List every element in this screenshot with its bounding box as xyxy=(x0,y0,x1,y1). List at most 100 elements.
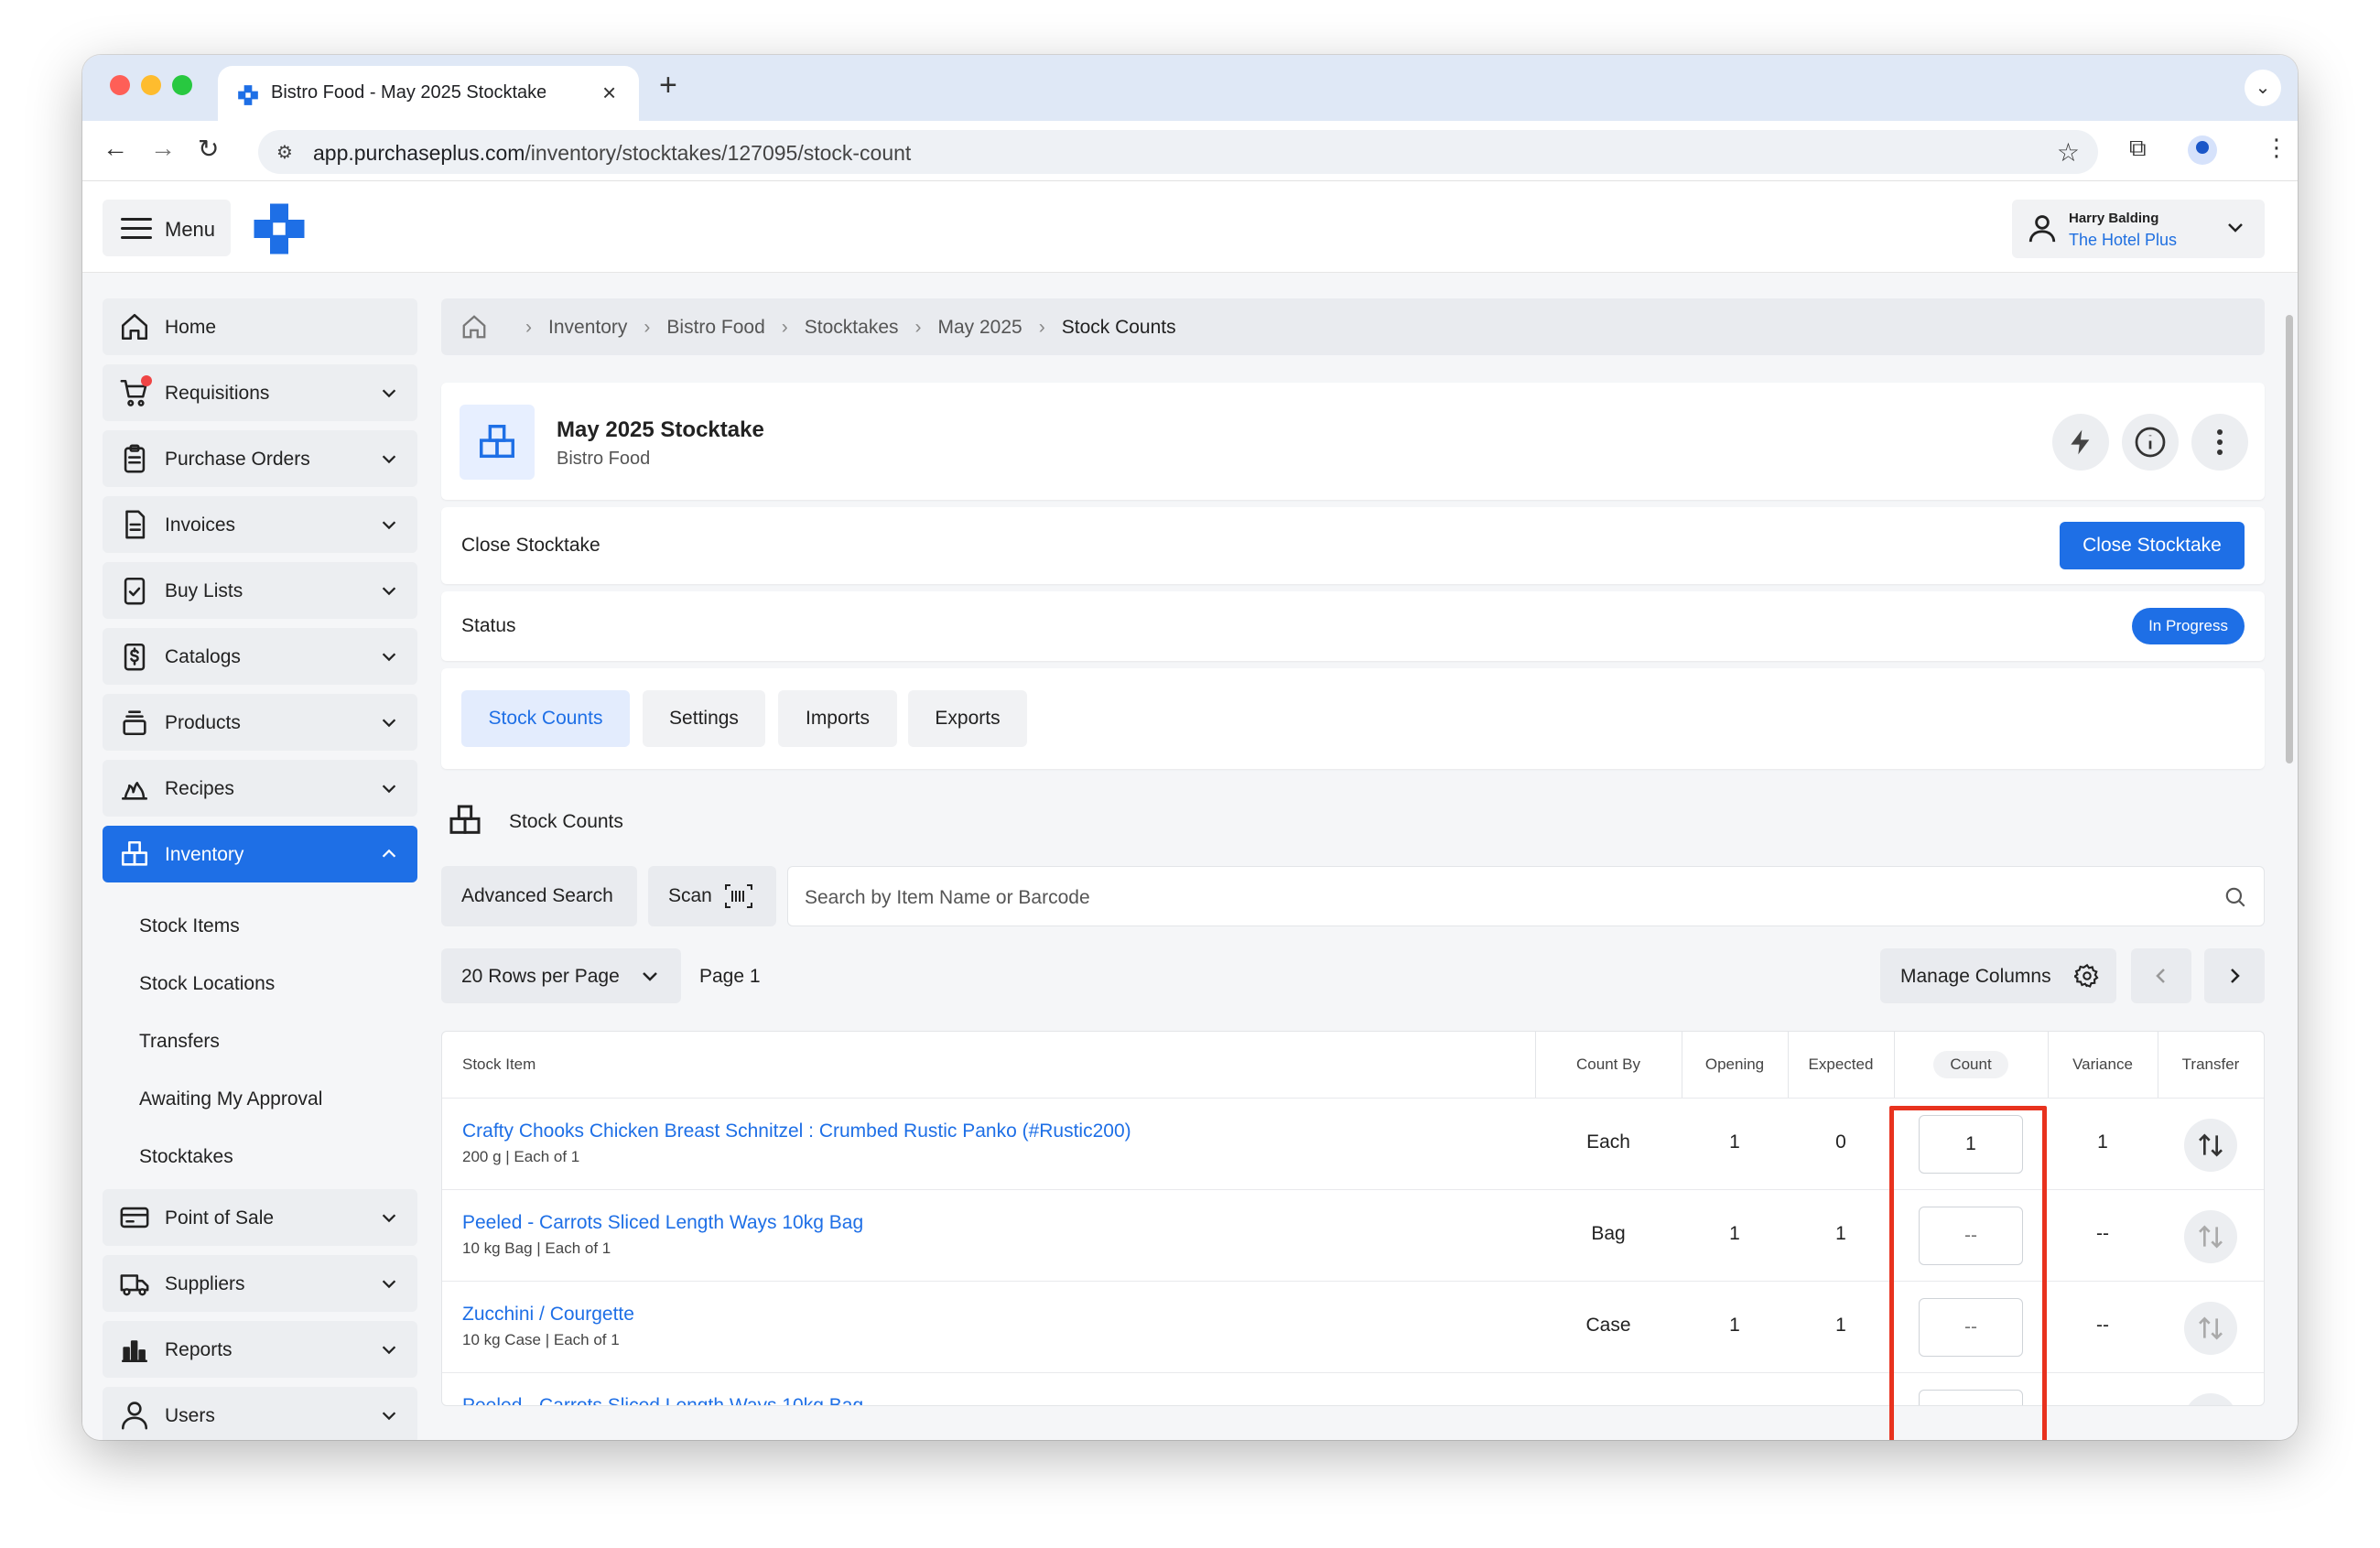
tab-exports[interactable]: Exports xyxy=(908,690,1027,747)
sidebar-item-purchase-orders[interactable]: Purchase Orders xyxy=(103,430,417,487)
purchaseplus-logo[interactable] xyxy=(252,201,307,256)
sidebar-subitem-stock-items[interactable]: Stock Items xyxy=(103,897,417,955)
breadcrumb-separator: › xyxy=(1038,317,1045,338)
sidebar-item-invoices[interactable]: Invoices xyxy=(103,496,417,553)
status-badge: In Progress xyxy=(2132,608,2245,644)
more-options-button[interactable] xyxy=(2191,414,2248,471)
count-input[interactable]: -- xyxy=(1919,1207,2023,1265)
bar-chart-icon xyxy=(121,1340,148,1363)
variance-cell: -- xyxy=(2096,1315,2109,1336)
advanced-search-button[interactable]: Advanced Search xyxy=(441,866,637,926)
sidebar-item-recipes[interactable]: Recipes xyxy=(103,760,417,817)
browser-toolbar: ← → ↻ ⚙ app.purchaseplus.com/inventory/s… xyxy=(82,121,2298,181)
bookmark-star-icon[interactable]: ☆ xyxy=(2057,137,2080,168)
sidebar-item-home[interactable]: Home xyxy=(103,298,417,355)
scroll-thumb[interactable] xyxy=(2286,315,2293,763)
address-bar[interactable]: ⚙ app.purchaseplus.com/inventory/stockta… xyxy=(258,130,2098,174)
status-row: Status In Progress xyxy=(441,591,2265,661)
forward-icon[interactable]: → xyxy=(150,134,176,163)
sidebar-subitem-stocktakes[interactable]: Stocktakes xyxy=(103,1128,417,1185)
count-input[interactable]: 1 xyxy=(1919,1115,2023,1174)
search-input[interactable]: Search by Item Name or Barcode xyxy=(787,866,2265,926)
breadcrumb-link[interactable]: Bistro Food xyxy=(666,317,764,338)
column-header-stock-item[interactable]: Stock Item xyxy=(462,1032,536,1098)
stock-item-link[interactable]: Peeled - Carrots Sliced Length Ways 10kg… xyxy=(462,1395,863,1405)
count-input[interactable] xyxy=(1919,1390,2023,1405)
sidebar-item-point-of-sale[interactable]: Point of Sale xyxy=(103,1189,417,1246)
new-tab-button[interactable]: + xyxy=(659,68,677,103)
menu-button[interactable]: Menu xyxy=(103,200,231,256)
search-row: Advanced Search Scan Search by Item Name… xyxy=(441,866,2265,926)
swap-arrows-icon xyxy=(2196,1405,2225,1406)
minimize-window-button[interactable] xyxy=(141,75,161,95)
extensions-icon[interactable]: ⧉ xyxy=(2129,134,2147,163)
count-input[interactable]: -- xyxy=(1919,1298,2023,1357)
column-header-count[interactable]: Count xyxy=(1894,1032,2048,1098)
sidebar-item-inventory[interactable]: Inventory xyxy=(103,826,417,882)
column-header-opening[interactable]: Opening xyxy=(1682,1032,1788,1098)
browser-menu-icon[interactable]: ⋮ xyxy=(2265,134,2288,162)
site-settings-icon[interactable]: ⚙ xyxy=(276,141,293,164)
sidebar-item-suppliers[interactable]: Suppliers xyxy=(103,1255,417,1312)
close-stocktake-button[interactable]: Close Stocktake xyxy=(2060,522,2245,569)
breadcrumb-link[interactable]: May 2025 xyxy=(938,317,1022,338)
breadcrumb-link[interactable]: Stocktakes xyxy=(805,317,899,338)
tab-settings[interactable]: Settings xyxy=(643,690,765,747)
sidebar-item-buy-lists[interactable]: Buy Lists xyxy=(103,562,417,619)
breadcrumb-link[interactable]: Stock Counts xyxy=(1062,317,1176,338)
close-window-button[interactable] xyxy=(110,75,130,95)
stock-item-link[interactable]: Peeled - Carrots Sliced Length Ways 10kg… xyxy=(462,1212,863,1234)
clipboard-icon xyxy=(124,444,146,473)
opening-cell: 1 xyxy=(1729,1223,1740,1244)
transfer-button[interactable] xyxy=(2184,1210,2237,1263)
column-header-expected[interactable]: Expected xyxy=(1788,1032,1894,1098)
page-scrollbar[interactable] xyxy=(2283,309,2296,1440)
back-icon[interactable]: ← xyxy=(103,134,128,163)
sidebar-subitem-stock-locations[interactable]: Stock Locations xyxy=(103,955,417,1012)
tab-close-icon[interactable]: × xyxy=(602,79,616,107)
sidebar-item-requisitions[interactable]: Requisitions xyxy=(103,364,417,421)
column-header-count-by[interactable]: Count By xyxy=(1535,1032,1682,1098)
manage-columns-button[interactable]: Manage Columns xyxy=(1880,948,2116,1003)
quick-actions-button[interactable] xyxy=(2052,414,2109,471)
tab-search-button[interactable]: ⌄ xyxy=(2245,70,2281,106)
user-icon xyxy=(121,1402,148,1430)
breadcrumb-link[interactable]: Inventory xyxy=(548,317,627,338)
reload-icon[interactable]: ↻ xyxy=(198,134,219,164)
rows-per-page-select[interactable]: 20 Rows per Page xyxy=(441,948,681,1003)
transfer-button[interactable] xyxy=(2184,1302,2237,1355)
tab-imports[interactable]: Imports xyxy=(778,690,897,747)
breadcrumb-items: › Inventory › Bistro Food › Stocktakes › May 20… xyxy=(509,317,1176,339)
maximize-window-button[interactable] xyxy=(172,75,192,95)
sidebar-item-users[interactable]: Users xyxy=(103,1387,417,1440)
checklist-icon xyxy=(124,577,146,605)
transfer-button[interactable] xyxy=(2184,1393,2237,1406)
home-icon[interactable] xyxy=(460,313,489,341)
sidebar-item-reports[interactable]: Reports xyxy=(103,1321,417,1378)
search-icon[interactable] xyxy=(2223,885,2247,909)
stack-icon xyxy=(123,710,146,736)
scan-button[interactable]: Scan xyxy=(648,866,776,926)
sidebar-item-catalogs[interactable]: Catalogs xyxy=(103,628,417,685)
url-path: /inventory/stocktakes/127095/stock-count xyxy=(525,141,912,165)
sidebar-item-products[interactable]: Products xyxy=(103,694,417,751)
sidebar-subitem-awaiting-my-approval[interactable]: Awaiting My Approval xyxy=(103,1070,417,1128)
swap-arrows-icon xyxy=(2199,1133,2223,1157)
transfer-button[interactable] xyxy=(2184,1119,2237,1172)
count-by-cell: Each xyxy=(1586,1131,1630,1153)
gear-icon xyxy=(2074,963,2099,988)
previous-page-button[interactable] xyxy=(2131,948,2191,1003)
stock-item-link[interactable]: Zucchini / Courgette xyxy=(462,1304,634,1326)
info-button[interactable] xyxy=(2122,414,2179,471)
column-header-transfer[interactable]: Transfer xyxy=(2158,1032,2264,1098)
sidebar-item-label: Users xyxy=(165,1405,215,1426)
next-page-button[interactable] xyxy=(2204,948,2265,1003)
sidebar-subitem-transfers[interactable]: Transfers xyxy=(103,1012,417,1070)
user-menu-button[interactable]: Harry Balding The Hotel Plus xyxy=(2012,200,2265,258)
tab-stock-counts[interactable]: Stock Counts xyxy=(461,690,630,747)
column-header-variance[interactable]: Variance xyxy=(2048,1032,2158,1098)
browser-tab[interactable]: Bistro Food - May 2025 Stocktake × xyxy=(218,66,639,121)
stock-item-link[interactable]: Crafty Chooks Chicken Breast Schnitzel :… xyxy=(462,1120,1131,1142)
sidebar-item-label: Point of Sale xyxy=(165,1207,275,1229)
profile-avatar-icon[interactable] xyxy=(2188,135,2217,165)
